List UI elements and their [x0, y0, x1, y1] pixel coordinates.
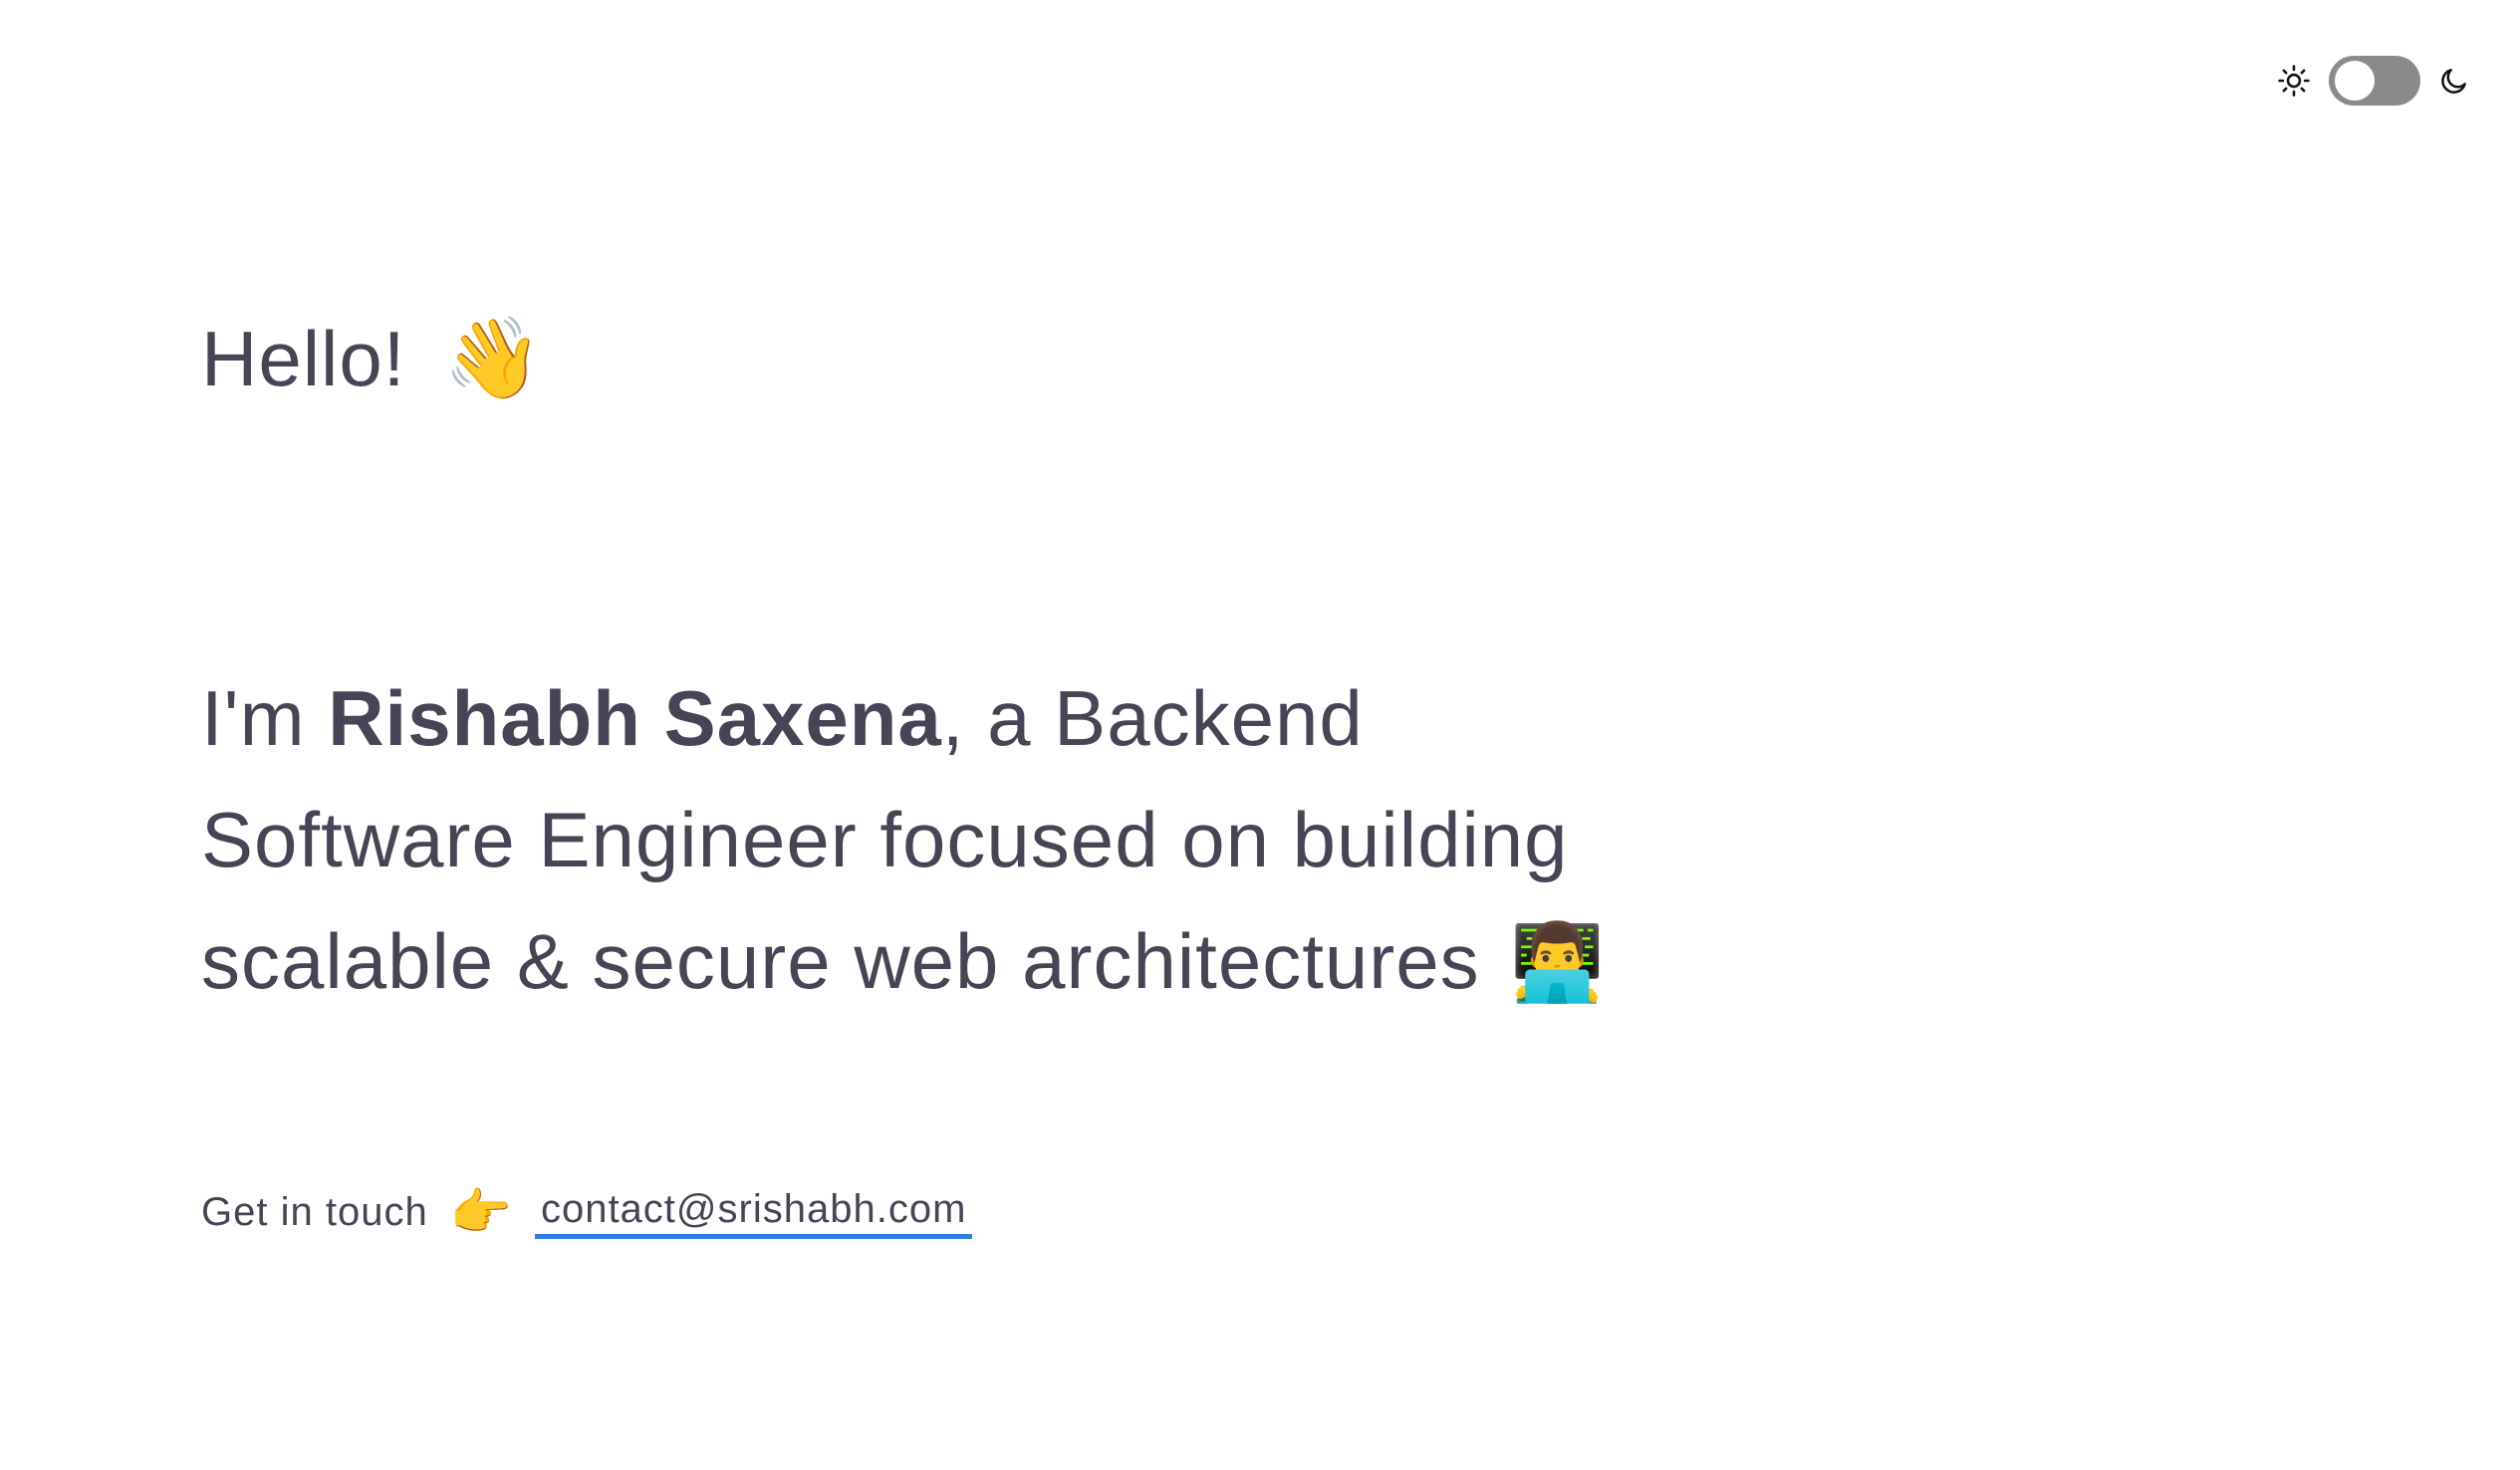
waving-hand-icon: 👋 — [443, 314, 545, 402]
dark-mode-toggle[interactable] — [2329, 56, 2420, 106]
contact-email-link[interactable]: contact@srishabh.com — [534, 1187, 973, 1239]
author-name: Rishabh Saxena — [328, 674, 942, 762]
greeting-heading: Hello! 👋 — [201, 319, 1695, 398]
contact-row: Get in touch 👉 contact@srishabh.com — [201, 1183, 1695, 1242]
intro-prefix: I'm — [201, 674, 329, 762]
hero-section: Hello! 👋 I'm Rishabh Saxena, a Backend S… — [201, 319, 1695, 1242]
contact-label: Get in touch — [201, 1190, 428, 1234]
toggle-knob — [2335, 61, 2375, 101]
pointing-hand-icon: 👉 — [449, 1184, 513, 1240]
greeting-text: Hello! — [201, 315, 406, 402]
moon-icon[interactable] — [2438, 65, 2470, 97]
theme-toggle-group — [2277, 56, 2470, 106]
sun-icon[interactable] — [2277, 64, 2311, 98]
intro-paragraph: I'm Rishabh Saxena, a Backend Software E… — [201, 657, 1645, 1024]
technologist-icon: 👨‍💻 — [1510, 920, 1606, 1005]
